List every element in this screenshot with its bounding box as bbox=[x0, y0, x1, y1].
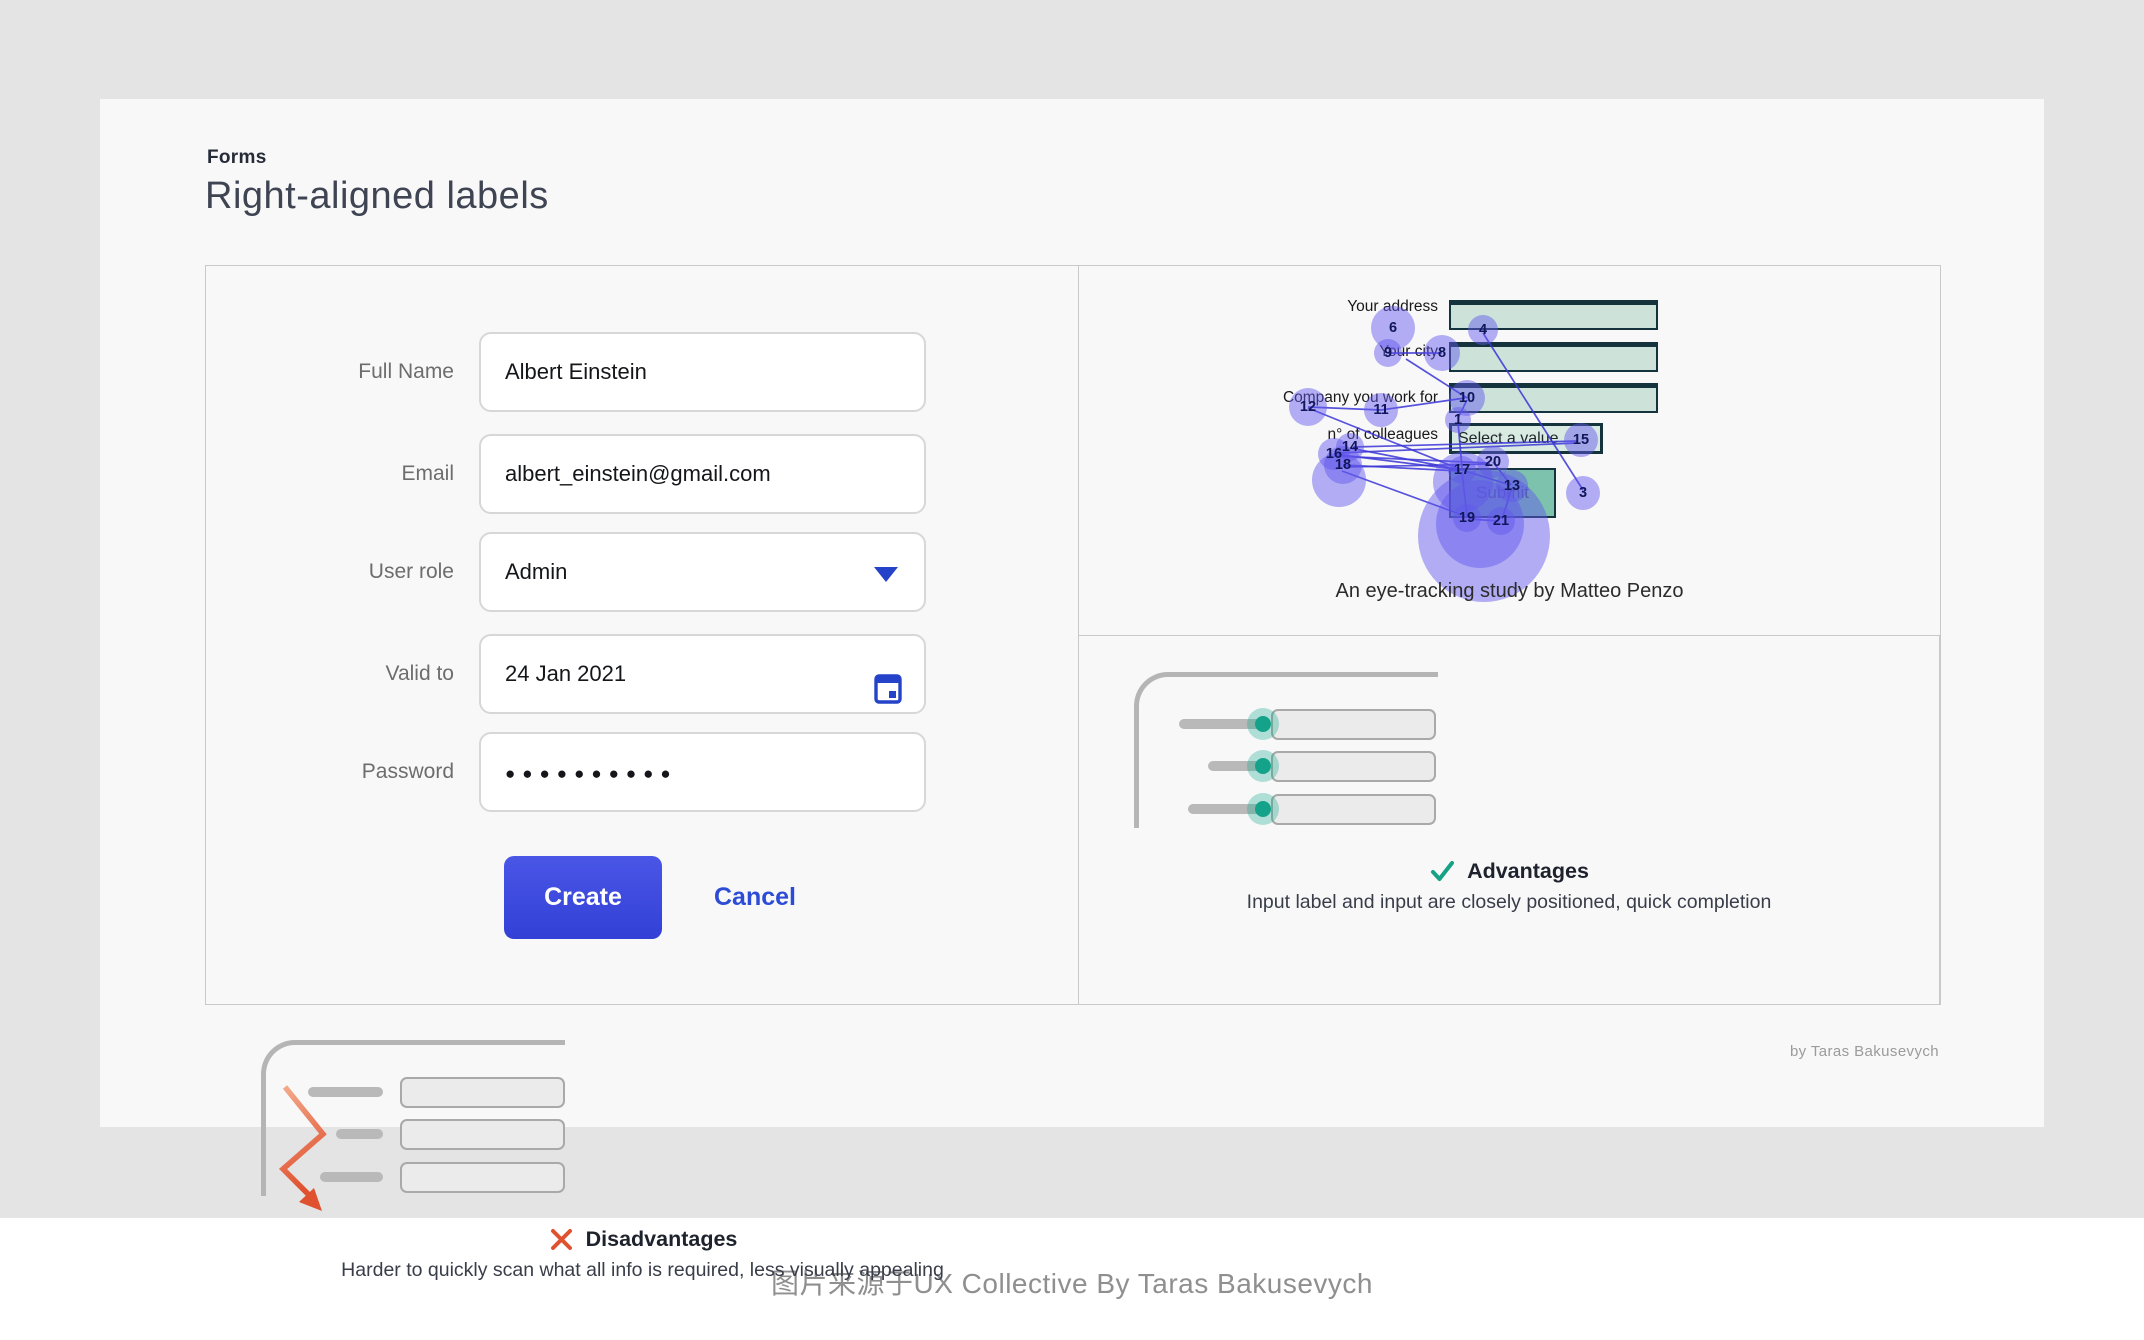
fixation-number: 10 bbox=[1459, 390, 1475, 406]
advantages-description: Input label and input are closely positi… bbox=[1119, 890, 1899, 915]
screen: 图片来源于UX Collective By Taras Bakusevych F… bbox=[0, 0, 2144, 1340]
password-masked-value: ●●●●●●●●●● bbox=[505, 764, 678, 783]
section-kicker: Forms bbox=[207, 147, 267, 169]
placeholder-input bbox=[1271, 794, 1436, 825]
fixation-number: 15 bbox=[1573, 432, 1589, 448]
fixation-number: 14 bbox=[1342, 439, 1358, 455]
fixation-number: 12 bbox=[1300, 399, 1316, 415]
fixation-number: 21 bbox=[1493, 513, 1509, 529]
panel-grid: Full Name Albert Einstein Email albert_e… bbox=[205, 265, 1941, 1005]
user-role-value: Admin bbox=[505, 559, 567, 584]
valid-to-date-input[interactable]: 24 Jan 2021 bbox=[479, 634, 926, 714]
form-panel: Full Name Albert Einstein Email albert_e… bbox=[206, 266, 1079, 1004]
calendar-icon[interactable] bbox=[874, 660, 902, 736]
password-label: Password bbox=[206, 732, 454, 812]
focus-dot bbox=[1255, 716, 1271, 732]
design-card: Forms Right-aligned labels by Taras Baku… bbox=[100, 99, 2044, 1127]
email-value: albert_einstein@gmail.com bbox=[505, 461, 771, 486]
full-name-label: Full Name bbox=[206, 332, 454, 412]
fixation-number: 13 bbox=[1504, 478, 1520, 494]
advantages-title-row: Advantages bbox=[1079, 858, 1939, 885]
fixation-number: 8 bbox=[1438, 345, 1446, 361]
placeholder-input bbox=[1271, 751, 1436, 782]
valid-to-value: 24 Jan 2021 bbox=[505, 661, 626, 686]
password-input[interactable]: ●●●●●●●●●● bbox=[479, 732, 926, 812]
email-label: Email bbox=[206, 434, 454, 514]
user-role-select[interactable]: Admin bbox=[479, 532, 926, 612]
email-input[interactable]: albert_einstein@gmail.com bbox=[479, 434, 926, 514]
fixation-number: 6 bbox=[1389, 320, 1397, 336]
fixation-number: 9 bbox=[1384, 345, 1392, 361]
placeholder-input bbox=[1271, 709, 1436, 740]
eye-tracking-caption: An eye-tracking study by Matteo Penzo bbox=[1079, 580, 1940, 603]
fixation-number: 18 bbox=[1335, 457, 1351, 473]
create-button[interactable]: Create bbox=[504, 856, 662, 939]
fixation-number: 19 bbox=[1459, 510, 1475, 526]
fixation-number: 17 bbox=[1454, 462, 1470, 478]
fixation-number: 20 bbox=[1485, 454, 1501, 470]
focus-dot bbox=[1255, 758, 1271, 774]
fixation-number: 1 bbox=[1454, 412, 1462, 428]
zigzag-scan-arrow-icon bbox=[206, 1004, 637, 1340]
full-name-input[interactable]: Albert Einstein bbox=[479, 332, 926, 412]
cancel-button[interactable]: Cancel bbox=[714, 856, 796, 939]
advantages-panel: Advantages Input label and input are clo… bbox=[1079, 636, 1940, 1004]
disadvantages-title-row: Disadvantages bbox=[206, 1226, 1079, 1253]
page-title: Right-aligned labels bbox=[205, 175, 549, 218]
disadvantages-description: Harder to quickly scan what all info is … bbox=[246, 1258, 1039, 1283]
check-icon bbox=[1429, 858, 1456, 885]
fixation-number: 11 bbox=[1373, 402, 1388, 418]
valid-to-label: Valid to bbox=[206, 634, 454, 714]
disadvantages-title: Disadvantages bbox=[586, 1227, 738, 1252]
author-credit: by Taras Bakusevych bbox=[1790, 1043, 1939, 1060]
focus-dot bbox=[1255, 801, 1271, 817]
advantages-title: Advantages bbox=[1467, 859, 1589, 884]
chevron-down-icon bbox=[874, 567, 898, 582]
eye-tracking-panel: Your address Your city Company you work … bbox=[1079, 266, 1940, 636]
fixation-number: 4 bbox=[1479, 322, 1487, 338]
x-icon bbox=[548, 1226, 575, 1253]
full-name-value: Albert Einstein bbox=[505, 359, 647, 384]
user-role-label: User role bbox=[206, 532, 454, 612]
fixation-number: 3 bbox=[1579, 485, 1587, 501]
